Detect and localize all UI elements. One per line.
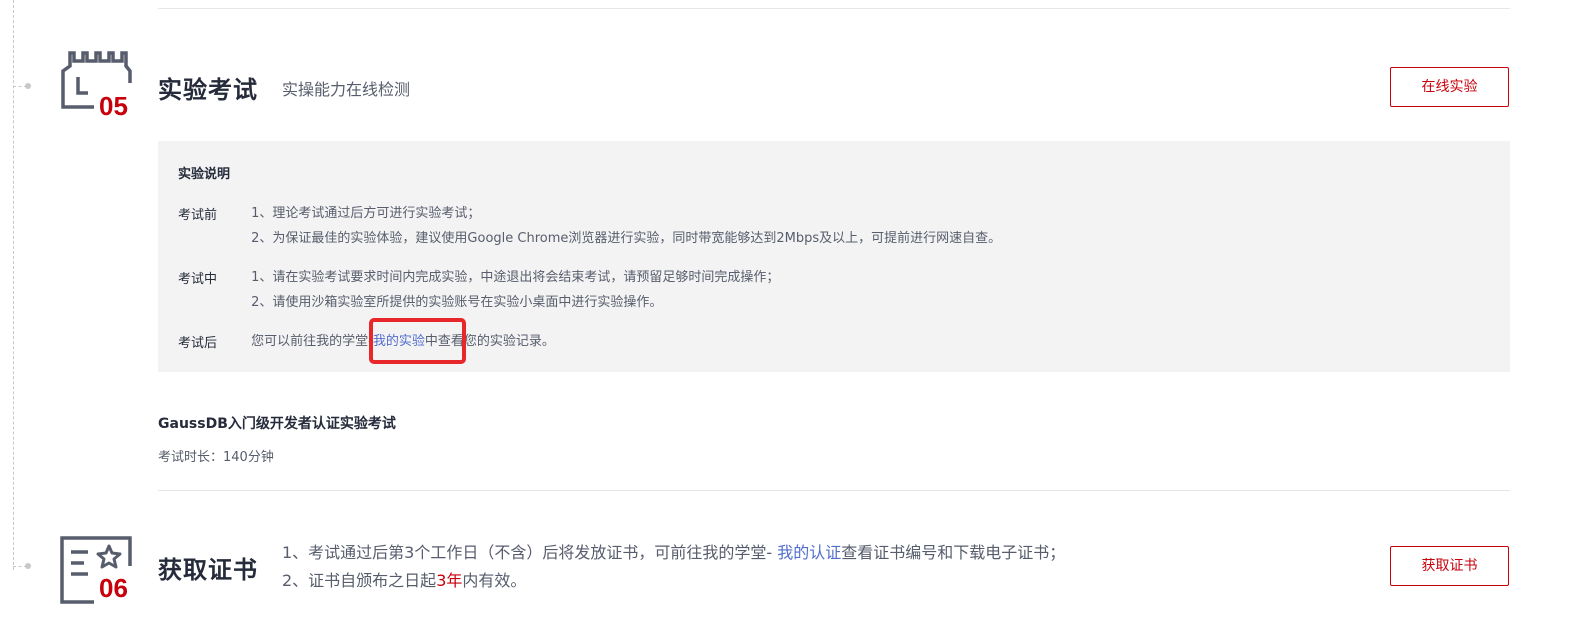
step-subtitle-lab-exam: 实操能力在线检测 bbox=[282, 80, 411, 99]
certificate-info: 1、考试通过后第3个工作日（不含）后将发放证书，可前往我的学堂- 我的认证查看证… bbox=[282, 542, 1065, 598]
my-certifications-link[interactable]: 我的认证 bbox=[777, 543, 841, 562]
notice-line: 1、请在实验考试要求时间内完成实验，中途退出将会结束考试，请预留足够时间完成操作… bbox=[251, 270, 780, 285]
cert-text: 内有效。 bbox=[462, 571, 527, 590]
section-divider bbox=[158, 8, 1510, 9]
step-number-05: 05 bbox=[99, 91, 128, 121]
notice-label-after: 考试后 bbox=[178, 336, 218, 351]
highlight-annotation-box bbox=[369, 318, 466, 364]
notice-label-during: 考试中 bbox=[178, 272, 218, 287]
notice-text: 您可以前往我的学堂- bbox=[251, 334, 373, 349]
certificate-line-2: 2、证书自颁布之日起3年内有效。 bbox=[282, 570, 1065, 598]
section-divider bbox=[158, 490, 1510, 491]
cert-text: 2、证书自颁布之日起 bbox=[282, 571, 437, 590]
lab-instructions-panel: 实验说明 考试前 1、理论考试通过后方可进行实验考试； 2、为保证最佳的实验体验… bbox=[158, 141, 1510, 372]
exam-name: GaussDB入门级开发者认证实验考试 bbox=[158, 416, 396, 432]
notice-line: 2、请使用沙箱实验室所提供的实验账号在实验小桌面中进行实验操作。 bbox=[251, 295, 663, 310]
notice-after-exam: 考试后 您可以前往我的学堂-我的实验中查看您的实验记录。 bbox=[178, 332, 555, 357]
cert-text: 查看证书编号和下载电子证书； bbox=[841, 543, 1066, 562]
cert-text: 1、考试通过后第3个工作日（不含）后将发放证书，可前往我的学堂- bbox=[282, 543, 778, 562]
get-certificate-button[interactable]: 获取证书 bbox=[1390, 546, 1509, 586]
step-title-get-certificate: 获取证书 bbox=[158, 556, 258, 584]
lab-instructions-title: 实验说明 bbox=[178, 167, 231, 182]
notice-label-before: 考试前 bbox=[178, 208, 218, 223]
step-number-06: 06 bbox=[99, 573, 128, 603]
lab-flask-icon: 05 bbox=[58, 47, 132, 121]
timeline-dot bbox=[25, 83, 31, 89]
step-title-lab-exam: 实验考试 bbox=[158, 76, 258, 104]
notice-before-exam: 考试前 1、理论考试通过后方可进行实验考试； 2、为保证最佳的实验体验，建议使用… bbox=[178, 204, 1001, 254]
notice-during-exam: 考试中 1、请在实验考试要求时间内完成实验，中途退出将会结束考试，请预留足够时间… bbox=[178, 268, 779, 318]
exam-duration: 考试时长：140分钟 bbox=[158, 450, 274, 465]
notice-line: 2、为保证最佳的实验体验，建议使用Google Chrome浏览器进行实验，同时… bbox=[251, 231, 1002, 246]
timeline-dot bbox=[25, 563, 31, 569]
certificate-icon: 06 bbox=[58, 532, 132, 606]
certificate-line-1: 1、考试通过后第3个工作日（不含）后将发放证书，可前往我的学堂- 我的认证查看证… bbox=[282, 542, 1065, 570]
notice-line: 1、理论考试通过后方可进行实验考试； bbox=[251, 206, 481, 221]
validity-highlight: 3年 bbox=[436, 571, 463, 590]
online-lab-button[interactable]: 在线实验 bbox=[1390, 67, 1509, 107]
